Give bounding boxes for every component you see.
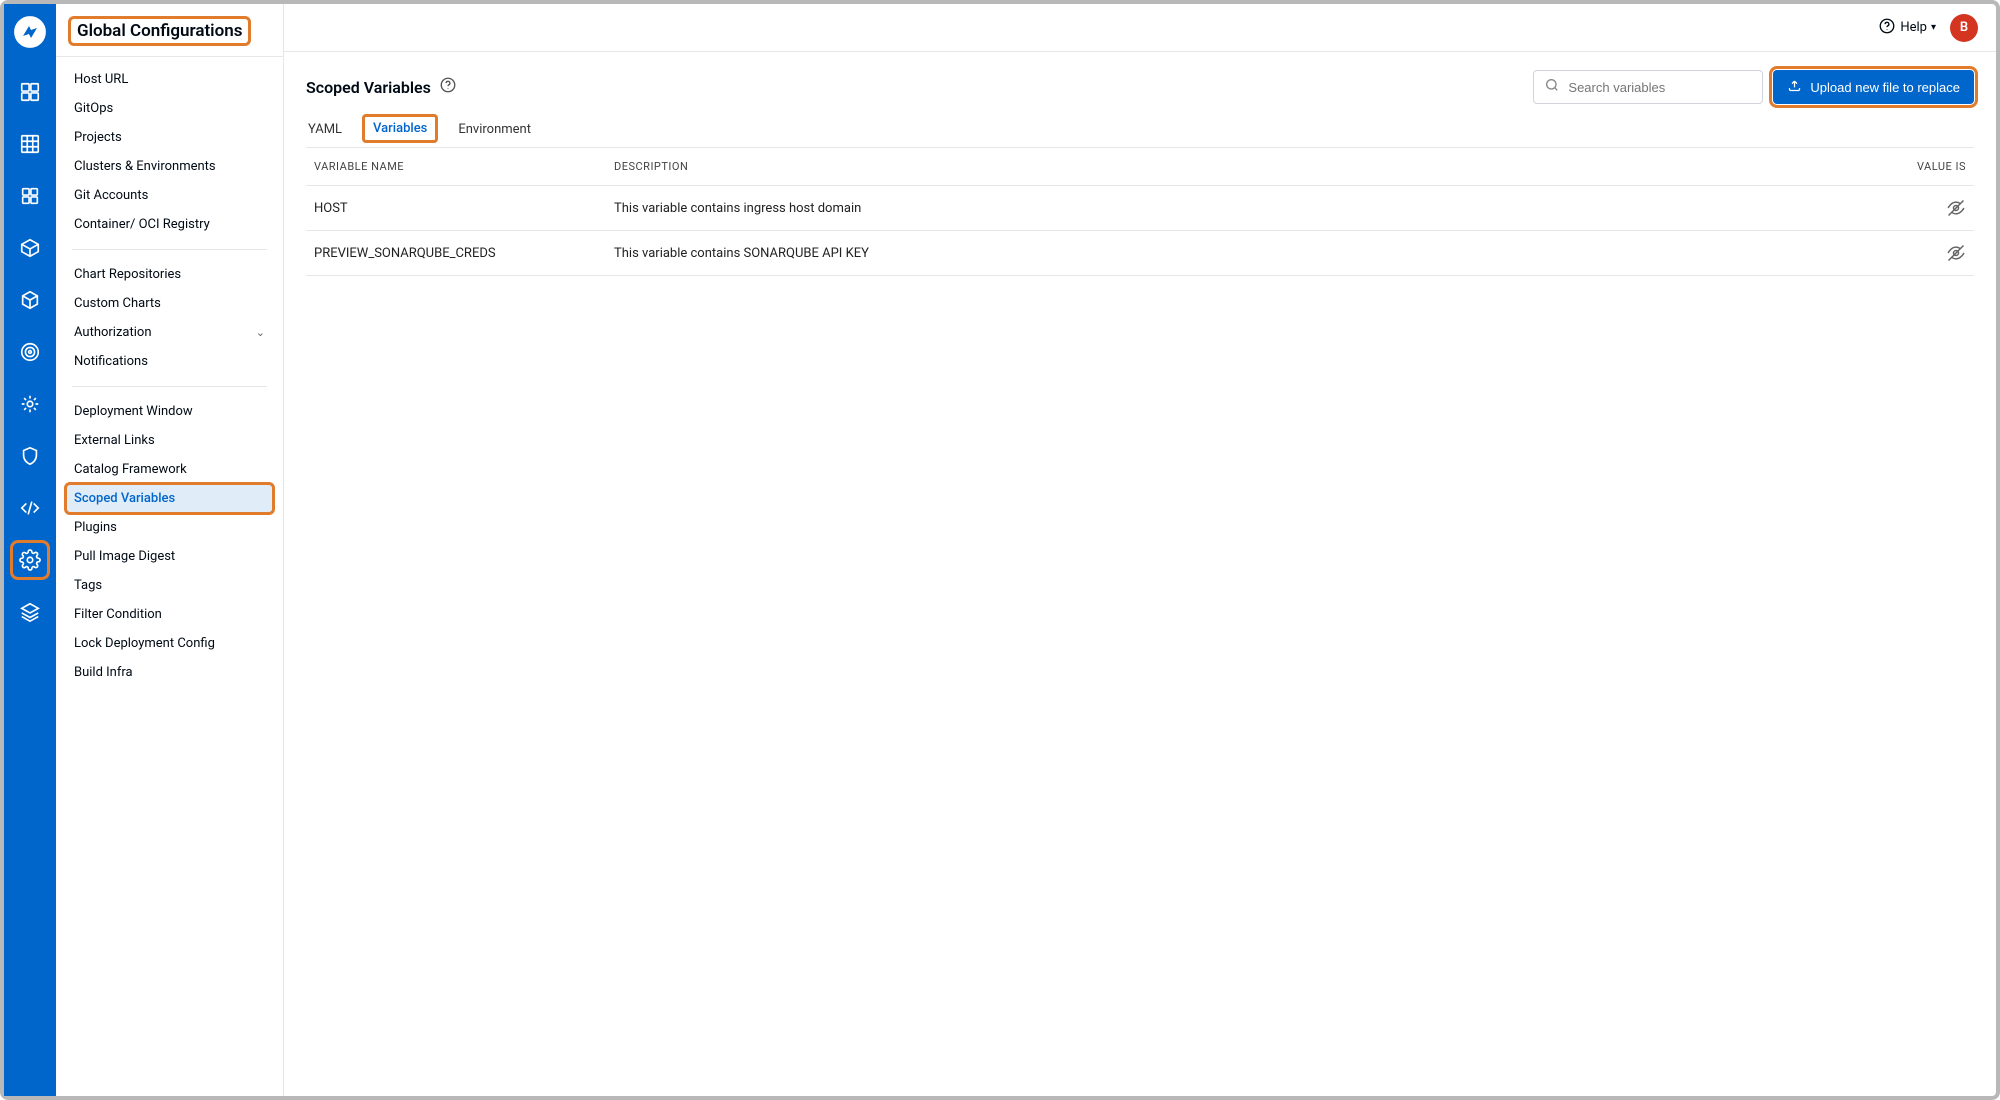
chevron-down-icon: ▾ (1931, 22, 1936, 33)
target-icon[interactable] (12, 334, 48, 370)
sidebar-item-label: GitOps (74, 101, 113, 116)
sidebar-nav-list: Host URL GitOps Projects Clusters & Environ… (56, 57, 283, 695)
sidebar-item-label: Host URL (74, 72, 128, 87)
sidebar-item-label: Pull Image Digest (74, 549, 175, 564)
tab-environment[interactable]: Environment (456, 114, 533, 147)
sidebar-item-label: Clusters & Environments (74, 159, 216, 174)
sidebar-item-custom-charts[interactable]: Custom Charts (66, 289, 273, 318)
avatar[interactable]: B (1950, 14, 1978, 42)
info-icon[interactable] (439, 76, 457, 98)
upload-icon (1787, 78, 1802, 96)
settings-icon[interactable] (12, 542, 48, 578)
upload-button-label: Upload new file to replace (1810, 80, 1960, 95)
sidebar-item-notifications[interactable]: Notifications (66, 347, 273, 376)
sidebar-item-label: Lock Deployment Config (74, 636, 215, 651)
content-header: Scoped Variables (306, 70, 1974, 104)
sidebar: Global Configurations Host URL GitOps Proj… (56, 4, 284, 1096)
shield-icon[interactable] (12, 438, 48, 474)
col-header-description: DESCRIPTION (614, 160, 1846, 173)
variable-name: HOST (314, 201, 614, 216)
variables-table: VARIABLE NAME DESCRIPTION VALUE IS HOSTT… (306, 148, 1974, 276)
main-area: Help ▾ B Scoped Variables (284, 4, 1996, 1096)
helm-icon[interactable] (12, 386, 48, 422)
search-input[interactable] (1568, 80, 1752, 95)
icon-rail (4, 4, 56, 1096)
sidebar-item-label: Authorization (74, 325, 152, 340)
table-row[interactable]: HOSTThis variable contains ingress host … (306, 186, 1974, 231)
sidebar-header: Global Configurations (56, 4, 283, 57)
sidebar-item-build-infra[interactable]: Build Infra (66, 658, 273, 687)
sidebar-item-chart-repositories[interactable]: Chart Repositories (66, 260, 273, 289)
help-label: Help (1900, 20, 1927, 35)
sidebar-item-scoped-variables[interactable]: Scoped Variables (66, 484, 273, 513)
page-title: Scoped Variables (306, 78, 431, 97)
content: Scoped Variables (284, 52, 1996, 1096)
sidebar-item-git-accounts[interactable]: Git Accounts (66, 181, 273, 210)
sidebar-item-clusters-environments[interactable]: Clusters & Environments (66, 152, 273, 181)
tab-yaml[interactable]: YAML (306, 114, 344, 147)
sidebar-item-label: Tags (74, 578, 102, 593)
sidebar-item-label: Filter Condition (74, 607, 162, 622)
help-dropdown[interactable]: Help ▾ (1878, 17, 1936, 39)
sidebar-item-label: Chart Repositories (74, 267, 181, 282)
layers-icon[interactable] (12, 594, 48, 630)
sidebar-item-authorization[interactable]: Authorization ⌄ (66, 318, 273, 347)
search-variables[interactable] (1533, 70, 1763, 104)
content-title-group: Scoped Variables (306, 76, 457, 98)
search-icon (1544, 77, 1560, 97)
table-row[interactable]: PREVIEW_SONARQUBE_CREDSThis variable con… (306, 231, 1974, 276)
sidebar-item-label: Container/ OCI Registry (74, 217, 210, 232)
sidebar-title: Global Configurations (68, 16, 251, 46)
sidebar-item-label: Catalog Framework (74, 462, 187, 477)
nav-separator (72, 386, 267, 387)
apps-icon[interactable] (12, 178, 48, 214)
sidebar-item-deployment-window[interactable]: Deployment Window (66, 397, 273, 426)
sidebar-item-pull-image-digest[interactable]: Pull Image Digest (66, 542, 273, 571)
upload-file-button[interactable]: Upload new file to replace (1773, 70, 1974, 104)
app-root: Global Configurations Host URL GitOps Proj… (0, 0, 2000, 1100)
sidebar-item-label: External Links (74, 433, 155, 448)
help-icon (1878, 17, 1896, 39)
sidebar-item-plugins[interactable]: Plugins (66, 513, 273, 542)
cube-icon[interactable] (12, 282, 48, 318)
variable-name: PREVIEW_SONARQUBE_CREDS (314, 246, 614, 261)
sidebar-item-label: Scoped Variables (74, 491, 175, 506)
sidebar-item-tags[interactable]: Tags (66, 571, 273, 600)
sidebar-item-label: Plugins (74, 520, 117, 535)
sidebar-item-label: Projects (74, 130, 122, 145)
sidebar-item-label: Git Accounts (74, 188, 148, 203)
sidebar-item-lock-deployment-config[interactable]: Lock Deployment Config (66, 629, 273, 658)
sidebar-item-container-oci-registry[interactable]: Container/ OCI Registry (66, 210, 273, 239)
nav-separator (72, 249, 267, 250)
dashboard-icon[interactable] (12, 74, 48, 110)
package-icon[interactable] (12, 230, 48, 266)
col-header-name: VARIABLE NAME (314, 160, 614, 173)
sidebar-item-label: Deployment Window (74, 404, 193, 419)
view-tabs: YAML Variables Environment (306, 114, 1974, 148)
sidebar-item-label: Notifications (74, 354, 148, 369)
variable-description: This variable contains SONARQUBE API KEY (614, 246, 1846, 261)
logo (14, 16, 46, 48)
table-header: VARIABLE NAME DESCRIPTION VALUE IS (306, 148, 1974, 186)
topbar: Help ▾ B (284, 4, 1996, 52)
variable-description: This variable contains ingress host doma… (614, 201, 1846, 216)
sidebar-item-label: Build Infra (74, 665, 133, 680)
code-icon[interactable] (12, 490, 48, 526)
tab-variables[interactable]: Variables (362, 114, 438, 143)
sidebar-item-filter-condition[interactable]: Filter Condition (66, 600, 273, 629)
header-actions: Upload new file to replace (1533, 70, 1974, 104)
sidebar-item-label: Custom Charts (74, 296, 161, 311)
grid-alt-icon[interactable] (12, 126, 48, 162)
sidebar-item-external-links[interactable]: External Links (66, 426, 273, 455)
sidebar-item-gitops[interactable]: GitOps (66, 94, 273, 123)
sidebar-item-catalog-framework[interactable]: Catalog Framework (66, 455, 273, 484)
col-header-value: VALUE IS (1846, 160, 1966, 173)
chevron-down-icon: ⌄ (256, 326, 265, 339)
sidebar-item-projects[interactable]: Projects (66, 123, 273, 152)
sidebar-item-host-url[interactable]: Host URL (66, 65, 273, 94)
